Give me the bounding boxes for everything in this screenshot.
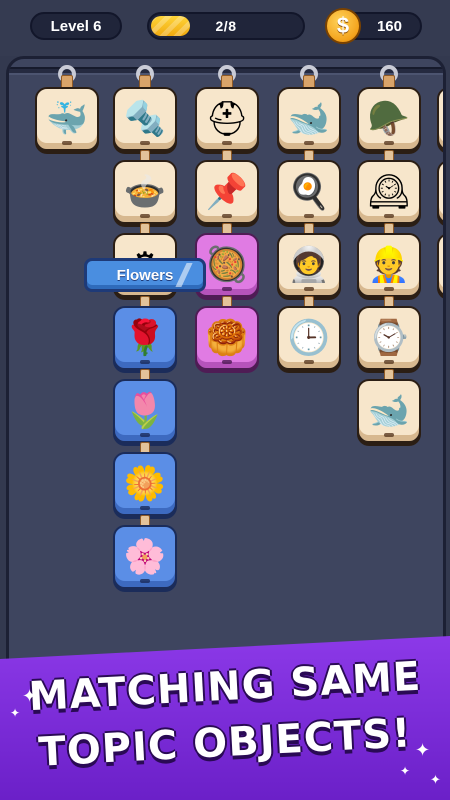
- tile-bolt-icon[interactable]: 🔩: [113, 87, 177, 151]
- tile-astronaut-helmet-icon[interactable]: 🧑‍🚀: [277, 233, 341, 297]
- hard-hat-icon: 👷: [367, 246, 411, 284]
- tile-big-ben-icon[interactable]: 🕰: [357, 160, 421, 224]
- category-tag: Flowers: [84, 258, 206, 292]
- tile-offscreen[interactable]: [437, 87, 443, 151]
- tile-cooking-pot-icon[interactable]: 🍲: [113, 160, 177, 224]
- tile-rose-icon[interactable]: 🌹: [113, 306, 177, 370]
- astronaut-helmet-icon: 🧑‍🚀: [287, 246, 331, 284]
- big-ben-icon: 🕰: [367, 173, 411, 211]
- tile-nail-icon[interactable]: 📌: [195, 160, 259, 224]
- tile-batting-helmet-icon[interactable]: ⛑: [195, 87, 259, 151]
- tulip-icon: 🌷: [123, 392, 167, 430]
- lily-icon: 🌼: [123, 465, 167, 503]
- level-indicator: Level 6: [30, 12, 122, 40]
- tile-hard-hat-icon[interactable]: 👷: [357, 233, 421, 297]
- sparkle-icon: ✦: [22, 686, 38, 706]
- tile-firefighter-helmet-icon[interactable]: 🪖: [357, 87, 421, 151]
- rose-icon: 🌹: [123, 319, 167, 357]
- tile-lily-icon[interactable]: 🌼: [113, 452, 177, 516]
- tag-shine: [175, 263, 193, 287]
- tile-wall-clock-icon[interactable]: 🕒: [277, 306, 341, 370]
- wok-icon: 🥘: [205, 246, 249, 284]
- dumpling-steamer-icon: 🥮: [205, 319, 249, 357]
- peony-icon: 🌸: [123, 538, 167, 576]
- tile-offscreen[interactable]: [437, 160, 443, 224]
- coin-icon: $: [325, 8, 361, 44]
- tile-stock-pot-icon[interactable]: 🍳: [277, 160, 341, 224]
- batting-helmet-icon: ⛑: [205, 100, 249, 138]
- sparkle-icon: ✦: [400, 764, 411, 778]
- bolt-icon: 🔩: [123, 100, 167, 138]
- top-hud: Level 6 2/8 160 $: [0, 0, 450, 56]
- game-board: 🐳🔩🍲⚙🌹🌷🌼🌸⛑📌🥘🥮🐋🍳🧑‍🚀🕒🪖🕰👷⌚🐋: [6, 56, 446, 664]
- progress-text: 2/8: [215, 18, 237, 34]
- category-tag-label: Flowers: [116, 266, 174, 284]
- nail-icon: 📌: [205, 173, 249, 211]
- tile-offscreen[interactable]: [437, 233, 443, 297]
- wristwatch-icon: ⌚: [367, 319, 411, 357]
- tile-peony-icon[interactable]: 🌸: [113, 525, 177, 589]
- tile-narwhal-icon[interactable]: 🐳: [35, 87, 99, 151]
- coin-count: 160: [376, 17, 402, 35]
- firefighter-helmet-icon: 🪖: [367, 100, 411, 138]
- tile-beluga-whale-icon[interactable]: 🐋: [277, 87, 341, 151]
- beluga-whale-icon: 🐋: [287, 100, 331, 138]
- sparkle-icon: ✦: [415, 740, 431, 760]
- level-label: Level 6: [50, 17, 102, 35]
- tile-dumpling-steamer-icon[interactable]: 🥮: [195, 306, 259, 370]
- coin-symbol: $: [336, 13, 350, 38]
- cooking-pot-icon: 🍲: [123, 173, 167, 211]
- tile-tulip-icon[interactable]: 🌷: [113, 379, 177, 443]
- sparkle-icon: ✦: [10, 706, 21, 720]
- level-progress-bar: 2/8: [147, 12, 305, 40]
- narwhal-icon: 🐳: [45, 100, 89, 138]
- stock-pot-icon: 🍳: [287, 173, 331, 211]
- tile-blue-whale-icon[interactable]: 🐋: [357, 379, 421, 443]
- wall-clock-icon: 🕒: [287, 319, 331, 357]
- sparkle-icon: ✦: [430, 772, 441, 787]
- tile-wristwatch-icon[interactable]: ⌚: [357, 306, 421, 370]
- blue-whale-icon: 🐋: [367, 392, 411, 430]
